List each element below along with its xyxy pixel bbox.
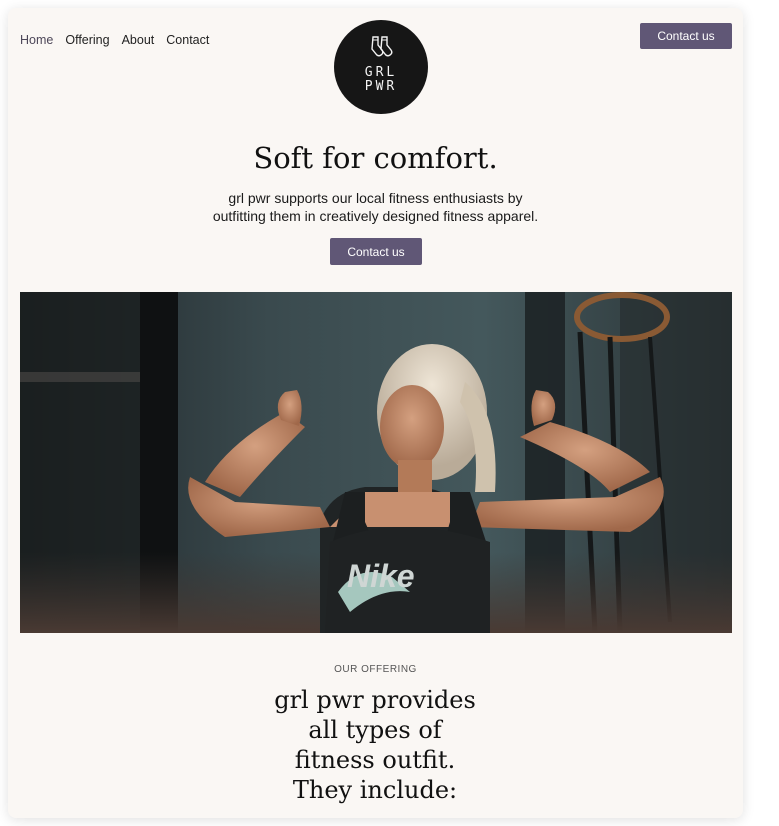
hero-subtitle-line-1: grl pwr supports our local fitness enthu… — [228, 190, 523, 206]
hero-subtitle: grl pwr supports our local fitness enthu… — [178, 189, 573, 225]
hero-subtitle-line-2: outfitting them in creatively designed f… — [212, 208, 539, 224]
offering-title-line-4: They include: — [292, 776, 458, 804]
offering-title-line-2: all types of — [308, 716, 442, 744]
offering-title: grl pwr provides all types of fitness ou… — [225, 685, 525, 805]
nav-home[interactable]: Home — [20, 33, 53, 47]
offering-title-line-1: grl pwr provides — [274, 686, 476, 714]
offering-title-line-3: fitness outfit. — [294, 746, 456, 774]
hero-contact-button[interactable]: Contact us — [330, 238, 422, 265]
logo-line-1: GRL — [364, 65, 398, 80]
hero-title: Soft for comfort. — [253, 141, 498, 175]
logo-line-2: PWR — [364, 79, 398, 94]
main-nav: Home Offering About Contact — [20, 33, 209, 47]
socks-icon — [368, 36, 394, 63]
brand-logo[interactable]: GRL PWR — [334, 20, 428, 114]
page-card: Home Offering About Contact GRL PWR Cont… — [8, 8, 743, 818]
shirt-logo-text: Nike — [347, 558, 415, 594]
nav-about[interactable]: About — [122, 33, 155, 47]
nav-contact[interactable]: Contact — [166, 33, 209, 47]
header-contact-button[interactable]: Contact us — [640, 23, 732, 49]
offering-eyebrow: OUR OFFERING — [334, 664, 417, 675]
hero-photo: Nike — [20, 292, 732, 633]
nav-offering[interactable]: Offering — [65, 33, 109, 47]
